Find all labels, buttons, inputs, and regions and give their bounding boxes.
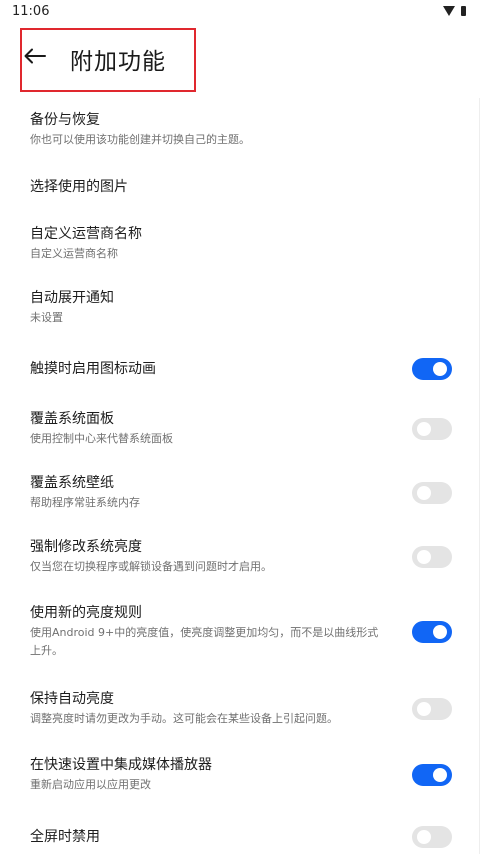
setting-subtitle: 你也可以使用该功能创建并切换自己的主题。 xyxy=(30,133,250,146)
setting-media-player-quick-settings[interactable]: 在快速设置中集成媒体播放器 重新启动应用以应用更改 xyxy=(0,742,480,808)
toggle-switch[interactable] xyxy=(412,358,452,380)
toggle-switch[interactable] xyxy=(412,482,452,504)
setting-title: 全屏时禁用 xyxy=(30,828,100,845)
setting-override-system-panel[interactable]: 覆盖系统面板 使用控制中心来代替系统面板 xyxy=(0,398,480,460)
app-header: 附加功能 xyxy=(0,22,480,96)
setting-title: 自定义运营商名称 xyxy=(30,226,142,242)
setting-title: 覆盖系统壁纸 xyxy=(30,475,114,491)
setting-override-wallpaper[interactable]: 覆盖系统壁纸 帮助程序常驻系统内存 xyxy=(0,460,480,526)
setting-title: 保持自动亮度 xyxy=(30,691,114,707)
setting-carrier-name[interactable]: 自定义运营商名称 自定义运营商名称 xyxy=(0,212,480,276)
settings-list: 备份与恢复 你也可以使用该功能创建并切换自己的主题。 选择使用的图片 自定义运营… xyxy=(0,98,480,854)
setting-subtitle: 未设置 xyxy=(30,311,63,324)
toggle-knob xyxy=(433,768,447,782)
setting-new-brightness-rules[interactable]: 使用新的亮度规则 使用Android 9+中的亮度值，使亮度调整更加均匀，而不是… xyxy=(0,588,480,676)
setting-backup-restore[interactable]: 备份与恢复 你也可以使用该功能创建并切换自己的主题。 xyxy=(0,98,480,162)
setting-subtitle: 调整亮度时请勿更改为手动。这可能会在某些设备上引起问题。 xyxy=(30,712,338,725)
toggle-switch[interactable] xyxy=(412,546,452,568)
back-button[interactable] xyxy=(22,43,48,69)
toggle-switch[interactable] xyxy=(412,621,452,643)
toggle-switch[interactable] xyxy=(412,826,452,848)
toggle-knob xyxy=(417,422,431,436)
toggle-knob xyxy=(417,702,431,716)
toggle-knob xyxy=(433,362,447,376)
setting-subtitle: 使用控制中心来代替系统面板 xyxy=(30,432,173,445)
toggle-knob xyxy=(417,830,431,844)
setting-disable-fullscreen[interactable]: 全屏时禁用 xyxy=(0,808,480,854)
setting-keep-auto-brightness[interactable]: 保持自动亮度 调整亮度时请勿更改为手动。这可能会在某些设备上引起问题。 xyxy=(0,676,480,742)
setting-auto-expand-notifications[interactable]: 自动展开通知 未设置 xyxy=(0,276,480,340)
status-bar: 11:06 xyxy=(0,0,480,22)
setting-subtitle: 帮助程序常驻系统内存 xyxy=(30,496,140,509)
setting-subtitle: 仅当您在切换程序或解锁设备遇到问题时才启用。 xyxy=(30,560,272,573)
toggle-knob xyxy=(433,625,447,639)
page-title: 附加功能 xyxy=(70,49,166,75)
toggle-knob xyxy=(417,486,431,500)
setting-subtitle: 重新启动应用以应用更改 xyxy=(30,778,151,791)
setting-title: 强制修改系统亮度 xyxy=(30,539,142,555)
setting-select-image[interactable]: 选择使用的图片 xyxy=(0,162,480,212)
setting-title: 选择使用的图片 xyxy=(30,178,128,195)
status-icons xyxy=(443,6,466,16)
setting-title: 在快速设置中集成媒体播放器 xyxy=(30,757,212,773)
toggle-switch[interactable] xyxy=(412,418,452,440)
toggle-knob xyxy=(417,550,431,564)
setting-force-brightness[interactable]: 强制修改系统亮度 仅当您在切换程序或解锁设备遇到问题时才启用。 xyxy=(0,526,480,588)
setting-title: 覆盖系统面板 xyxy=(30,411,114,427)
status-time: 11:06 xyxy=(12,3,50,19)
setting-title: 使用新的亮度规则 xyxy=(30,605,142,621)
setting-title: 触摸时启用图标动画 xyxy=(30,360,156,377)
setting-title: 自动展开通知 xyxy=(30,290,114,306)
wifi-icon xyxy=(443,6,455,16)
toggle-switch[interactable] xyxy=(412,764,452,786)
setting-subtitle: 使用Android 9+中的亮度值，使亮度调整更加均匀，而不是以曲线形式上升。 xyxy=(30,626,379,657)
toggle-switch[interactable] xyxy=(412,698,452,720)
setting-title: 备份与恢复 xyxy=(30,112,100,128)
setting-subtitle: 自定义运营商名称 xyxy=(30,247,118,260)
arrow-left-icon xyxy=(24,48,46,64)
setting-icon-animation[interactable]: 触摸时启用图标动画 xyxy=(0,340,480,398)
battery-icon xyxy=(461,6,466,16)
